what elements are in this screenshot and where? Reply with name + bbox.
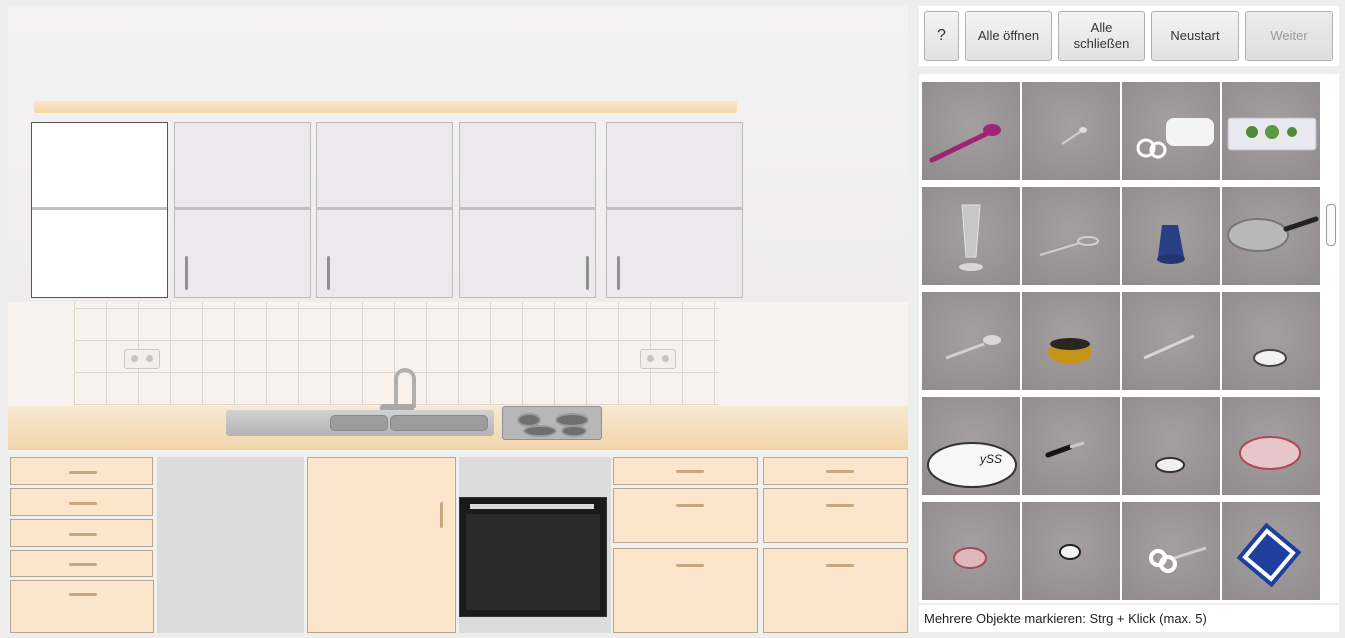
object-tile-8[interactable] bbox=[1222, 187, 1320, 285]
object-tile-5[interactable] bbox=[922, 187, 1020, 285]
whisk-icon bbox=[1039, 236, 1099, 256]
upper-cabinet-2[interactable] bbox=[174, 122, 311, 298]
potholder-icon bbox=[1236, 522, 1302, 588]
close-all-button[interactable]: Alle schließen bbox=[1058, 11, 1145, 61]
object-tile-11[interactable] bbox=[1122, 292, 1220, 390]
drawer-8[interactable] bbox=[613, 548, 758, 633]
top-shelf bbox=[34, 101, 737, 113]
drawer-11[interactable] bbox=[763, 548, 908, 633]
object-tile-19[interactable] bbox=[1122, 502, 1220, 600]
glass-icon bbox=[959, 204, 983, 271]
drawer-5[interactable] bbox=[10, 580, 154, 633]
pink-spoon-icon bbox=[929, 124, 1001, 163]
drawer-2[interactable] bbox=[10, 488, 153, 516]
oven bbox=[459, 497, 607, 617]
blue-jug-icon bbox=[1157, 225, 1185, 264]
frying-pan-icon bbox=[1227, 216, 1319, 252]
objects-panel: ySS bbox=[919, 74, 1339, 603]
drawer-10[interactable] bbox=[763, 488, 908, 543]
plate-icon: ySS bbox=[927, 442, 1017, 488]
saucer-icon bbox=[1253, 349, 1287, 367]
svg-text:ySS: ySS bbox=[979, 452, 1002, 466]
sink bbox=[226, 410, 494, 436]
upper-cabinet-4[interactable] bbox=[459, 122, 596, 298]
drawer-4[interactable] bbox=[10, 550, 153, 577]
next-button[interactable]: Weiter bbox=[1245, 11, 1333, 61]
wall-socket-right bbox=[640, 349, 676, 369]
small-bowl-icon bbox=[953, 547, 987, 569]
help-button[interactable]: ? bbox=[924, 11, 959, 61]
restart-button[interactable]: Neustart bbox=[1151, 11, 1239, 61]
object-tile-12[interactable] bbox=[1222, 292, 1320, 390]
object-tile-1[interactable] bbox=[922, 82, 1020, 180]
object-tile-20[interactable] bbox=[1222, 502, 1320, 600]
upper-cabinet-5[interactable] bbox=[606, 122, 743, 298]
status-hint: Mehrere Objekte markieren: Strg + Klick … bbox=[919, 605, 1339, 632]
object-tile-7[interactable] bbox=[1122, 187, 1220, 285]
faucet bbox=[394, 368, 416, 408]
object-tile-18[interactable] bbox=[1022, 502, 1120, 600]
dishwasher-gap bbox=[157, 457, 304, 633]
toolbar: ? Alle öffnen Alle schließen Neustart We… bbox=[919, 6, 1339, 66]
drawer-7[interactable] bbox=[613, 488, 758, 543]
small-spoon-icon bbox=[1061, 127, 1087, 145]
stove-top bbox=[502, 406, 602, 440]
peeler-icon bbox=[1045, 441, 1085, 458]
knife-icon bbox=[1143, 334, 1195, 360]
upper-cabinet-3[interactable] bbox=[316, 122, 453, 298]
object-tile-3[interactable] bbox=[1122, 82, 1220, 180]
object-tile-9[interactable] bbox=[922, 292, 1020, 390]
scrollbar-thumb[interactable] bbox=[1326, 204, 1336, 246]
object-tile-2[interactable] bbox=[1022, 82, 1120, 180]
drawer-1[interactable] bbox=[10, 457, 153, 485]
objects-scrollbar[interactable] bbox=[1325, 74, 1337, 603]
kitchen-scene bbox=[8, 6, 908, 633]
hand-mixer-icon bbox=[1136, 118, 1214, 159]
spoon-icon bbox=[945, 335, 1001, 360]
scissors-icon bbox=[1149, 546, 1207, 573]
object-tile-4[interactable] bbox=[1222, 82, 1320, 180]
upper-cabinet-1[interactable] bbox=[31, 122, 168, 298]
herb-tray-icon bbox=[1227, 117, 1317, 151]
object-tile-16[interactable] bbox=[1222, 397, 1320, 495]
open-all-button[interactable]: Alle öffnen bbox=[965, 11, 1052, 61]
lower-door[interactable] bbox=[307, 457, 456, 633]
object-tile-15[interactable] bbox=[1122, 397, 1220, 495]
drawer-3[interactable] bbox=[10, 519, 153, 547]
drawer-6[interactable] bbox=[613, 457, 758, 485]
drawer-9[interactable] bbox=[763, 457, 908, 485]
cup-icon bbox=[1059, 544, 1081, 560]
red-bowl-icon bbox=[1239, 436, 1301, 470]
small-saucer-icon bbox=[1155, 457, 1185, 473]
yellow-pot-icon bbox=[1048, 338, 1092, 364]
object-tile-13[interactable]: ySS bbox=[922, 397, 1020, 495]
object-tile-14[interactable] bbox=[1022, 397, 1120, 495]
wall-socket-left bbox=[124, 349, 160, 369]
object-tile-6[interactable] bbox=[1022, 187, 1120, 285]
object-tile-17[interactable] bbox=[922, 502, 1020, 600]
object-tile-10[interactable] bbox=[1022, 292, 1120, 390]
